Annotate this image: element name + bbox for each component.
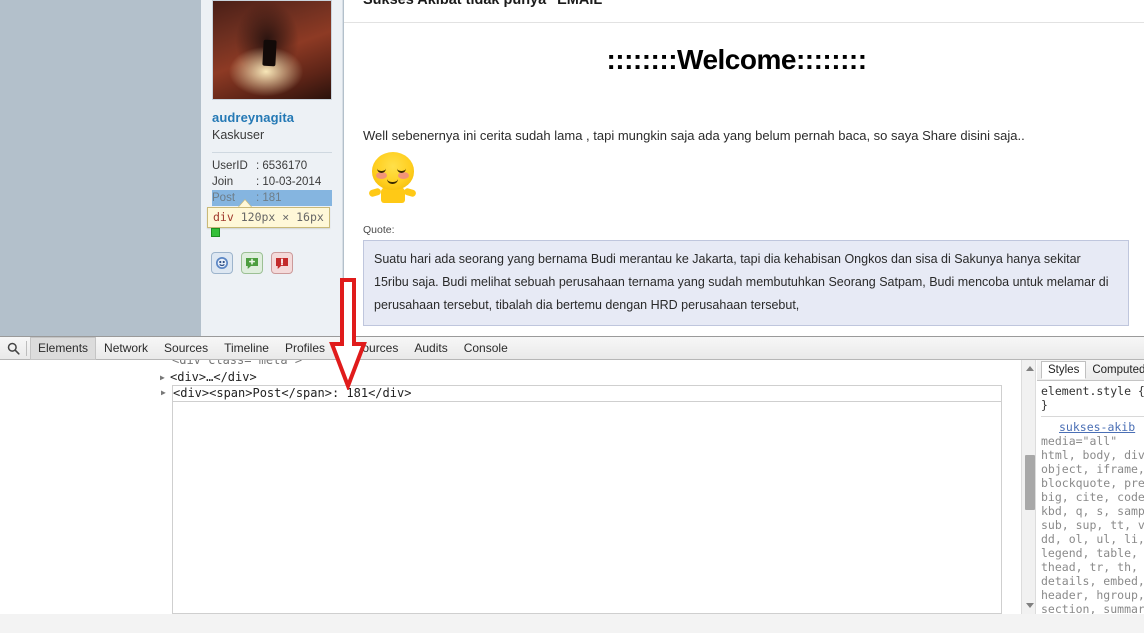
dom-tree-pane[interactable]: <div class="meta"> ▶<div>…</div> ▶<div><… xyxy=(0,360,1021,614)
meta-value: : 10-03-2014 xyxy=(256,176,322,188)
smiley-badge-icon[interactable] xyxy=(211,252,233,274)
quote-block: Suatu hari ada seorang yang bernama Budi… xyxy=(363,240,1129,326)
post-title: Sukses Akibat tidak punya "EMAIL" xyxy=(363,0,610,8)
author-vcard: audreynagita Kaskuser UserID : 6536170 J… xyxy=(201,0,343,336)
online-status-icon xyxy=(211,228,220,237)
styles-selector-line: section, summar xyxy=(1041,602,1144,614)
post-intro-text: Well sebenernya ini cerita sudah lama , … xyxy=(363,128,1025,143)
styles-selector-line: html, body, div, xyxy=(1041,448,1144,462)
add-comment-badge-icon[interactable] xyxy=(241,252,263,274)
dom-node-selected[interactable]: ▶ <div><span>Post</span>: 181</div> xyxy=(161,385,1002,402)
meta-row: Join : 10-03-2014 xyxy=(212,174,332,190)
tab-sources[interactable]: Sources xyxy=(156,337,216,360)
report-badge-icon[interactable] xyxy=(271,252,293,274)
page-left-gutter xyxy=(0,0,201,336)
meta-key: UserID xyxy=(212,160,248,172)
inspector-size-tooltip: div 120px × 16px xyxy=(207,207,330,228)
styles-selector-line: blockquote, pre, xyxy=(1041,476,1144,490)
tab-network[interactable]: Network xyxy=(96,337,156,360)
devtools-body: <div class="meta"> ▶<div>…</div> ▶<div><… xyxy=(0,360,1144,614)
avatar[interactable] xyxy=(212,0,332,100)
meta-row: UserID : 6536170 xyxy=(212,158,332,174)
tab-styles[interactable]: Styles xyxy=(1041,361,1087,379)
tab-resources[interactable]: Resources xyxy=(333,337,406,360)
tab-console[interactable]: Console xyxy=(456,337,516,360)
welcome-heading: ::::::::Welcome:::::::: xyxy=(606,44,867,75)
search-icon[interactable] xyxy=(0,337,26,360)
author-badge-row xyxy=(211,252,293,274)
tab-profiles[interactable]: Profiles xyxy=(277,337,333,360)
vcard-divider xyxy=(212,152,332,153)
disclosure-triangle-icon[interactable]: ▶ xyxy=(160,370,170,385)
styles-selector-line: dd, ol, ul, li, xyxy=(1041,532,1144,546)
inspector-tooltip-dimensions: 120px × 16px xyxy=(240,210,324,224)
inspector-tooltip-tag: div xyxy=(213,210,234,224)
scroll-up-arrow-icon[interactable] xyxy=(1026,366,1034,371)
dom-node-clipped[interactable]: <div class="meta"> xyxy=(172,360,472,365)
styles-selector-line: big, cite, code, xyxy=(1041,490,1144,504)
post-title-divider xyxy=(344,22,1144,23)
dom-node-collapsed[interactable]: ▶ <div>…</div> xyxy=(160,370,257,385)
styles-selector-line: details, embed, xyxy=(1041,574,1144,588)
quote-label: Quote: xyxy=(363,224,395,236)
styles-selector-line: kbd, q, s, samp, xyxy=(1041,504,1144,518)
dom-pane-scrollbar[interactable] xyxy=(1021,360,1036,614)
meta-value: : 181 xyxy=(256,192,282,204)
author-username-link[interactable]: audreynagita xyxy=(212,110,338,125)
styles-selector-line: legend, table, xyxy=(1041,546,1138,560)
tab-audits[interactable]: Audits xyxy=(406,337,455,360)
tab-elements[interactable]: Elements xyxy=(30,336,97,360)
author-meta-list: UserID : 6536170 Join : 10-03-2014 Post … xyxy=(212,158,332,206)
disclosure-triangle-icon[interactable]: ▶ xyxy=(161,385,171,400)
stylesheet-source-link[interactable]: sukses-akib xyxy=(1059,420,1135,434)
styles-selector-line: thead, tr, th, xyxy=(1041,560,1138,574)
blushing-smiley-emoticon-icon xyxy=(366,152,420,203)
scrollbar-thumb[interactable] xyxy=(1025,455,1035,510)
toolbar-divider xyxy=(26,340,27,356)
scroll-down-arrow-icon[interactable] xyxy=(1026,603,1034,608)
styles-selector-line: object, iframe, xyxy=(1041,462,1144,476)
element-style-rule-header[interactable]: element.style { xyxy=(1041,384,1144,398)
meta-row-post-highlighted[interactable]: Post : 181 xyxy=(212,190,332,206)
screenshot-root: audreynagita Kaskuser UserID : 6536170 J… xyxy=(0,0,1144,633)
dom-selection-frame xyxy=(172,402,1002,614)
styles-selector-line: sub, sup, tt, v xyxy=(1041,518,1144,532)
element-style-rule-close: } xyxy=(1041,398,1048,412)
tab-computed[interactable]: Computed xyxy=(1086,362,1144,378)
meta-key: Join xyxy=(212,176,234,188)
tab-timeline[interactable]: Timeline xyxy=(216,337,277,360)
meta-value: : 6536170 xyxy=(256,160,308,172)
devtools-toolbar: Elements Network Sources Timeline Profil… xyxy=(0,336,1144,360)
styles-sidebar-tabs: Styles Computed xyxy=(1037,360,1144,381)
devtools-panel: Elements Network Sources Timeline Profil… xyxy=(0,336,1144,633)
stylesheet-media: media="all" xyxy=(1041,434,1118,448)
browser-viewport: audreynagita Kaskuser UserID : 6536170 J… xyxy=(0,0,1144,336)
styles-rule-divider xyxy=(1041,416,1144,417)
author-role-label: Kaskuser xyxy=(212,128,265,142)
styles-sidebar: Styles Computed element.style { } sukses… xyxy=(1037,360,1144,614)
post-content-column: Sukses Akibat tidak punya "EMAIL" ::::::… xyxy=(344,0,1144,336)
dom-node-text: <div>…</div> xyxy=(170,370,257,384)
dom-node-text: <div><span>Post</span>: 181</div> xyxy=(173,386,412,400)
styles-code-block: element.style { } sukses-akib media="all… xyxy=(1037,381,1144,614)
styles-selector-line: header, hgroup, xyxy=(1041,588,1144,602)
